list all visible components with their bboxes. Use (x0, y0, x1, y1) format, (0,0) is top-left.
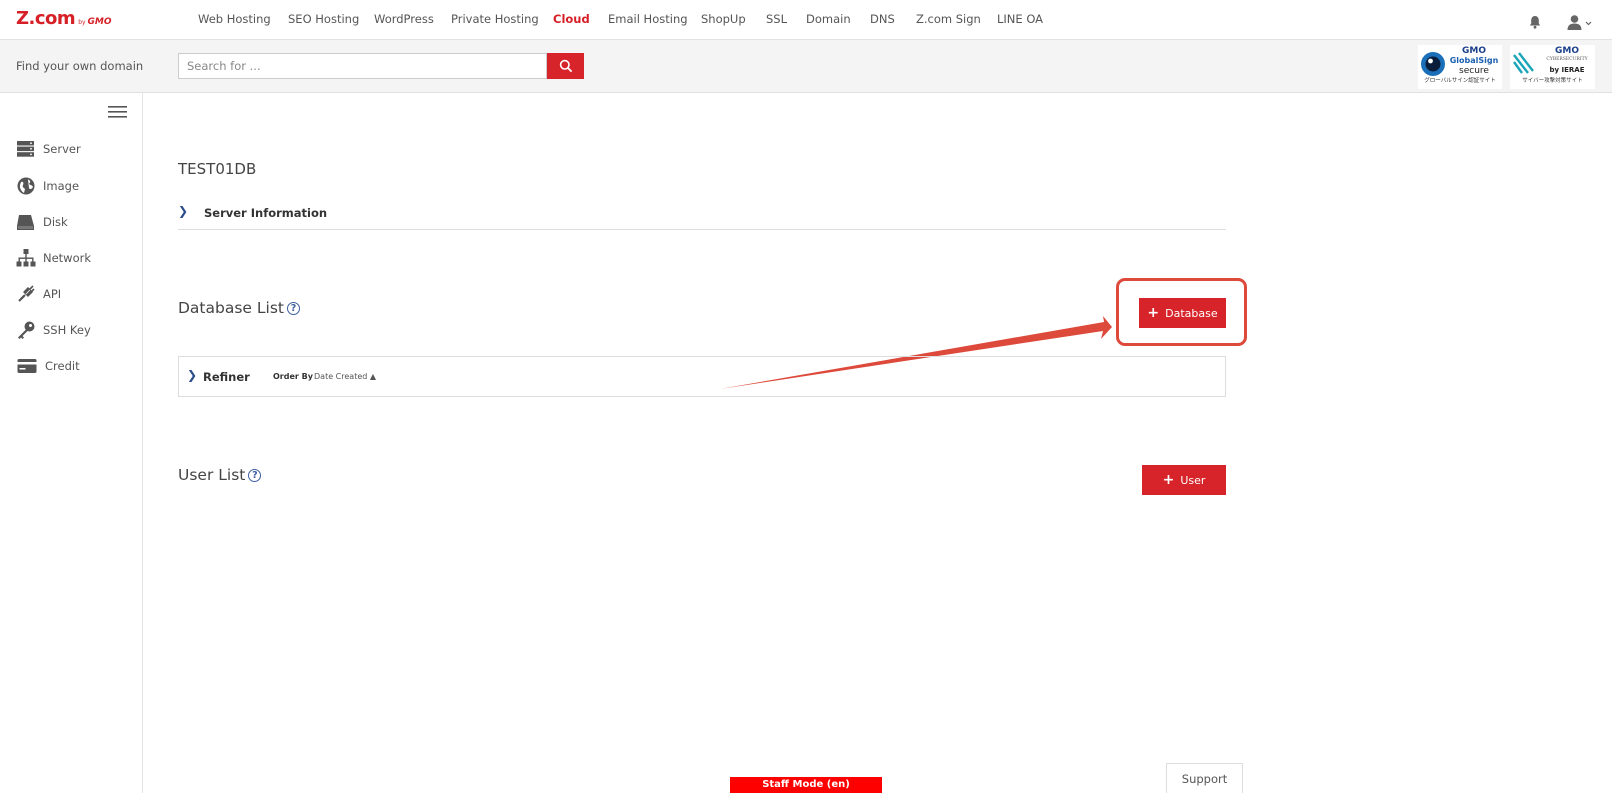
badge-cs-line1: GMO (1555, 46, 1579, 56)
nav-shopup[interactable]: ShopUp (701, 12, 746, 26)
nav-ssl[interactable]: SSL (766, 12, 787, 26)
badge-gs-line2: GlobalSign (1449, 56, 1499, 65)
sidebar-label-network: Network (43, 251, 92, 265)
refiner-label: Refiner (203, 370, 250, 384)
badge-gs-line1: GMO (1462, 46, 1486, 56)
sidebar-item-image[interactable]: Image (16, 175, 79, 197)
chevron-right-icon: ❯ (178, 204, 189, 218)
nav-web-hosting[interactable]: Web Hosting (198, 12, 271, 26)
sidebar-item-ssh-key[interactable]: SSH Key (16, 319, 91, 341)
sidebar-label-credit: Credit (45, 359, 80, 373)
badge-gs-line4: グローバルサイン認証サイト (1424, 78, 1496, 84)
search-icon (559, 59, 572, 73)
plus-icon: + (1162, 472, 1175, 488)
cyber-stripes-icon (1513, 52, 1534, 74)
key-icon (18, 321, 35, 339)
hamburger-menu-icon[interactable] (108, 105, 127, 119)
logo-text: Z.com (16, 8, 76, 29)
badge-cs-line4: サイバー攻撃対策サイト (1522, 78, 1583, 84)
globe-icon (17, 177, 35, 195)
domain-search-input[interactable] (178, 53, 547, 79)
nav-domain[interactable]: Domain (806, 12, 851, 26)
sidebar-label-ssh-key: SSH Key (43, 323, 91, 337)
sidebar-label-image: Image (43, 179, 80, 193)
badge-cs-line2: CYBERSECURITY (1546, 57, 1588, 62)
domain-search-bar: Find your own domain (0, 40, 1612, 93)
add-database-button[interactable]: + Database (1139, 298, 1226, 328)
sidebar-label-server: Server (43, 142, 81, 156)
nav-seo-hosting[interactable]: SEO Hosting (288, 12, 359, 26)
find-domain-label: Find your own domain (16, 59, 144, 73)
server-icon (17, 141, 34, 157)
api-icon (18, 285, 35, 302)
add-user-label: User (1180, 473, 1206, 487)
cybersecurity-badge[interactable]: GMO CYBERSECURITY by IERAE サイバー攻撃対策サイト (1510, 45, 1595, 89)
sidebar-label-api: API (43, 287, 62, 301)
bell-icon[interactable] (1528, 15, 1542, 29)
order-by-value[interactable]: Date Created ▲ (314, 372, 376, 381)
user-list-heading: User List ? (178, 466, 262, 484)
database-list-title: Database List (178, 299, 284, 317)
disk-icon (17, 215, 34, 230)
logo-by: by (78, 19, 86, 26)
nav-email-hosting[interactable]: Email Hosting (608, 12, 688, 26)
sidebar-item-disk[interactable]: Disk (16, 211, 68, 233)
user-list-title: User List (178, 466, 246, 484)
eye-seal-icon (1421, 52, 1445, 76)
top-navigation: Z.com by GMO Web Hosting SEO Hosting Wor… (0, 0, 1612, 40)
server-information-label: Server Information (204, 206, 328, 220)
logo-gmo: GMO (87, 17, 112, 27)
credit-card-icon (17, 359, 37, 373)
plus-icon: + (1147, 305, 1160, 321)
network-icon (16, 249, 36, 267)
database-list-help-icon[interactable]: ? (286, 301, 300, 315)
sidebar-item-server[interactable]: Server (16, 138, 81, 160)
sidebar-item-api[interactable]: API (16, 283, 61, 305)
sidebar-label-disk: Disk (43, 215, 68, 229)
nav-private-hosting[interactable]: Private Hosting (451, 12, 539, 26)
staff-mode-banner: Staff Mode (en) (730, 777, 882, 793)
support-tab[interactable]: Support (1166, 763, 1243, 793)
refiner-panel[interactable]: ❯ Refiner Order By Date Created ▲ (178, 356, 1226, 397)
nav-zcom-sign[interactable]: Z.com Sign (916, 12, 981, 26)
badge-gs-line3: secure (1459, 66, 1489, 76)
database-list-heading: Database List ? (178, 299, 300, 317)
sidebar: Server Image Disk Network API SSH Key Cr… (0, 93, 143, 793)
search-button[interactable] (547, 53, 584, 79)
user-list-help-icon[interactable]: ? (248, 468, 262, 482)
sidebar-item-network[interactable]: Network (16, 247, 91, 269)
sidebar-item-credit[interactable]: Credit (16, 355, 80, 377)
globalsign-badge[interactable]: GMO GlobalSign secure グローバルサイン認証サイト (1418, 45, 1502, 89)
add-database-label: Database (1165, 306, 1218, 320)
user-icon[interactable] (1567, 14, 1593, 30)
order-by-label: Order By (273, 372, 313, 381)
nav-line-oa[interactable]: LINE OA (997, 12, 1043, 26)
nav-cloud[interactable]: Cloud (553, 12, 590, 26)
zcom-logo[interactable]: Z.com by GMO (16, 8, 112, 32)
nav-dns[interactable]: DNS (870, 12, 895, 26)
server-information-accordion[interactable]: ❯ Server Information (178, 200, 1226, 230)
page-title: TEST01DB (178, 160, 257, 178)
chevron-right-icon: ❯ (187, 368, 198, 382)
badge-cs-line3: by IERAE (1549, 66, 1585, 74)
add-user-button[interactable]: + User (1142, 465, 1226, 495)
nav-wordpress[interactable]: WordPress (374, 12, 434, 26)
